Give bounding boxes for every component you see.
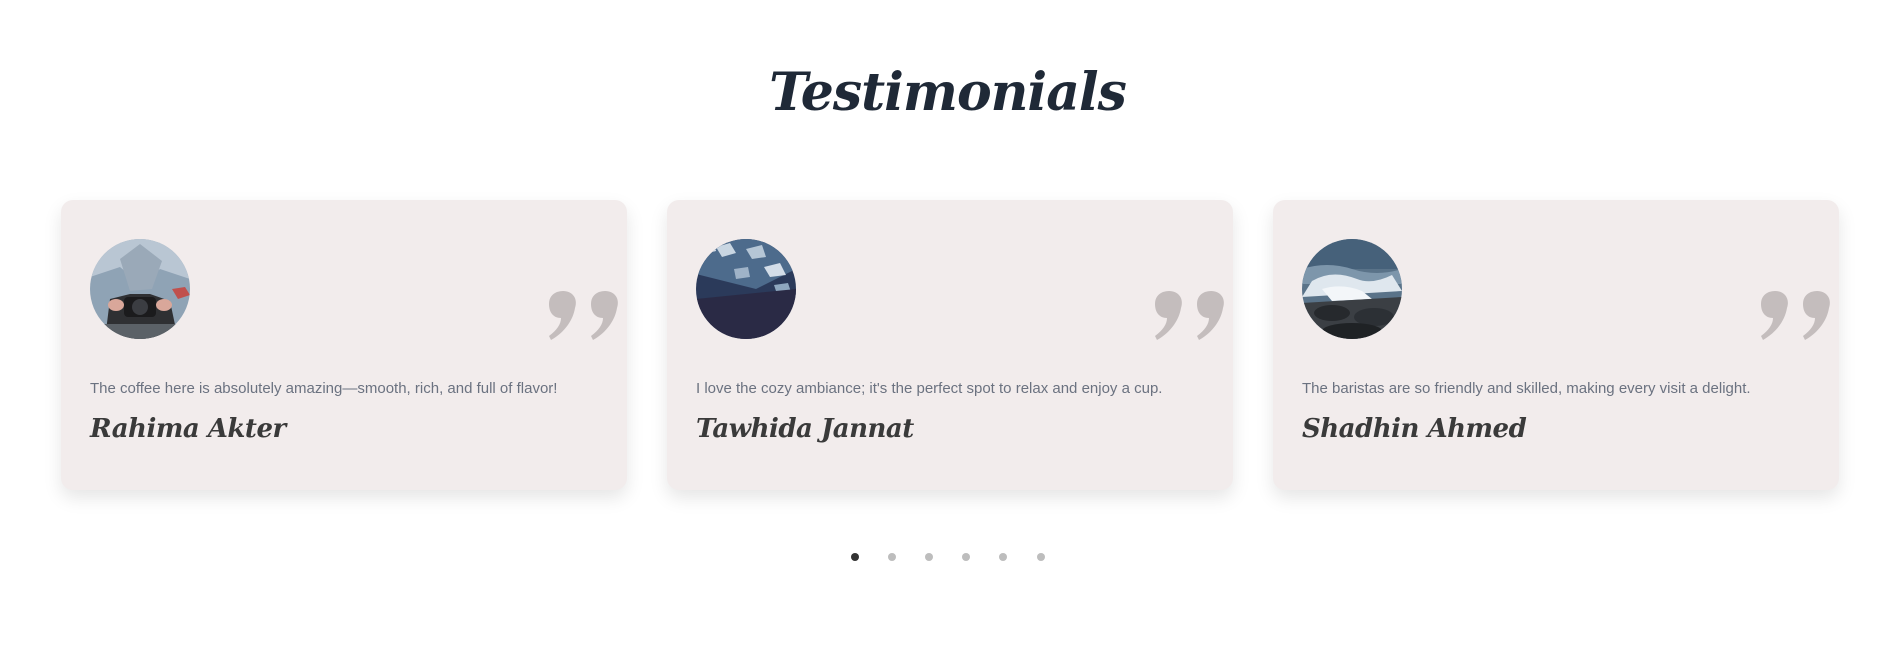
pagination-dot[interactable] xyxy=(962,553,970,561)
person-with-camera-photo xyxy=(90,239,190,339)
testimonials-section: Testimonials The coffee here is absolute… xyxy=(0,0,1895,657)
pagination-dot[interactable] xyxy=(925,553,933,561)
section-title: Testimonials xyxy=(769,62,1127,123)
pagination-dot[interactable] xyxy=(851,553,859,561)
quote-icon xyxy=(549,290,618,340)
testimonial-text: The baristas are so friendly and skilled… xyxy=(1302,380,1751,397)
ocean-waves-rocks-photo xyxy=(1302,239,1402,339)
testimonial-card: I love the cozy ambiance; it's the perfe… xyxy=(667,200,1233,490)
testimonial-card: The baristas are so friendly and skilled… xyxy=(1273,200,1839,490)
testimonial-author: Tawhida Jannat xyxy=(696,414,914,444)
testimonial-text: I love the cozy ambiance; it's the perfe… xyxy=(696,380,1163,397)
testimonial-card: The coffee here is absolutely amazing—sm… xyxy=(61,200,627,490)
dark-blue-water-photo xyxy=(696,239,796,339)
avatar xyxy=(90,239,190,339)
quote-icon xyxy=(1761,290,1830,340)
testimonial-author: Rahima Akter xyxy=(90,414,286,444)
testimonial-text: The coffee here is absolutely amazing—sm… xyxy=(90,380,558,397)
quote-icon xyxy=(1155,290,1224,340)
pagination-dot[interactable] xyxy=(888,553,896,561)
testimonial-author: Shadhin Ahmed xyxy=(1302,414,1527,444)
pagination-dot[interactable] xyxy=(999,553,1007,561)
pagination-dot[interactable] xyxy=(1037,553,1045,561)
testimonial-carousel: The coffee here is absolutely amazing—sm… xyxy=(61,200,1841,490)
avatar xyxy=(1302,239,1402,339)
avatar xyxy=(696,239,796,339)
